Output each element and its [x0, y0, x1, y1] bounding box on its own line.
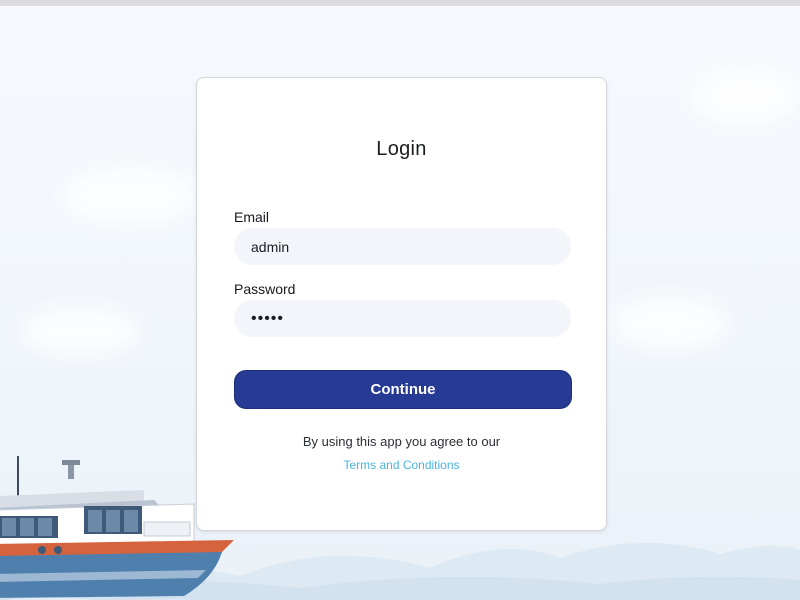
password-label: Password: [234, 281, 296, 297]
agreement-text: By using this app you agree to our: [302, 434, 501, 449]
email-field[interactable]: [234, 228, 571, 265]
continue-button[interactable]: Continue: [234, 370, 572, 409]
login-card: Login Email Password Continue By using t…: [196, 77, 607, 531]
cloud-decoration: [690, 66, 800, 126]
login-title: Login: [376, 138, 427, 160]
cloud-decoration: [60, 166, 200, 226]
password-field[interactable]: [234, 300, 571, 337]
cloud-decoration: [610, 296, 730, 351]
terms-and-conditions-link[interactable]: Terms and Conditions: [197, 458, 606, 472]
email-label: Email: [234, 209, 270, 225]
cloud-decoration: [20, 306, 140, 356]
